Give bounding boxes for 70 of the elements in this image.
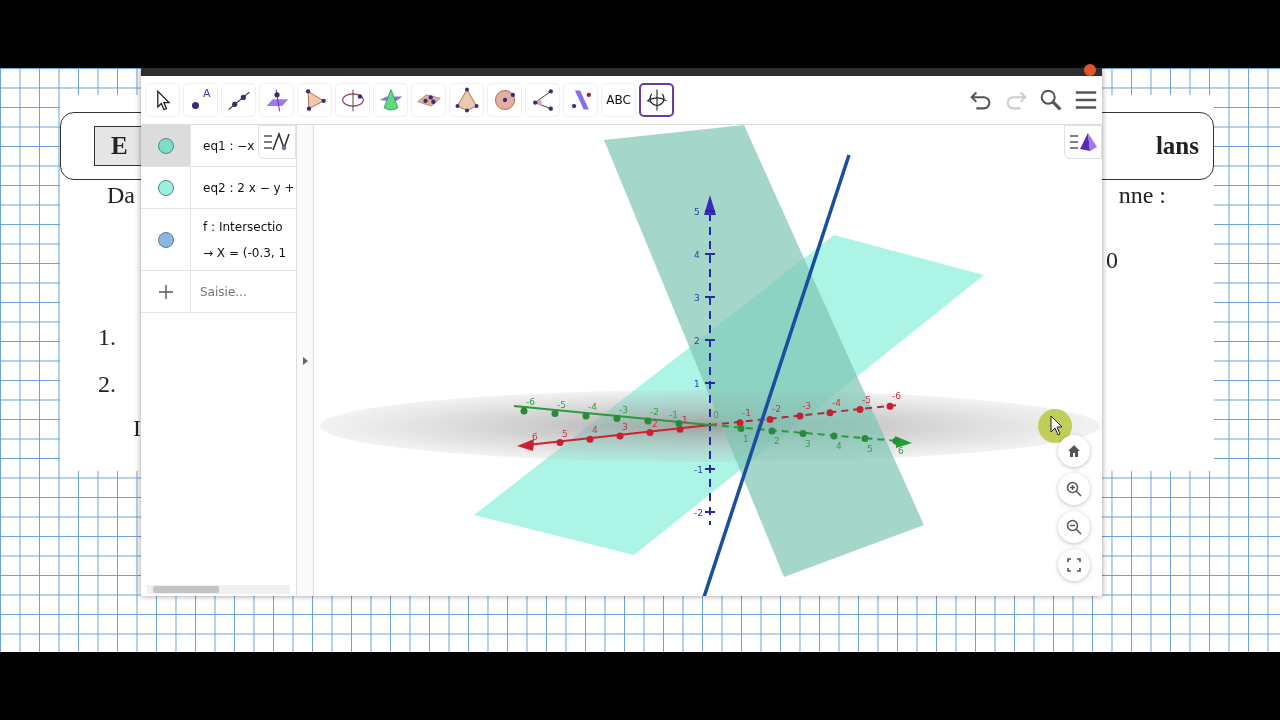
zoom-out-button[interactable] (1058, 511, 1090, 543)
algebra-expression: f : Intersectio (203, 219, 284, 234)
tick-label: 6 (898, 446, 904, 456)
style-bar-button[interactable] (1064, 125, 1102, 159)
style-bar-button[interactable] (258, 125, 296, 159)
visibility-dot[interactable] (157, 137, 174, 154)
tick-label: -5 (862, 394, 871, 405)
tick-label: -5 (557, 399, 566, 410)
tick-label: 5 (867, 443, 873, 454)
home-button[interactable] (1058, 435, 1090, 467)
visibility-dot[interactable] (157, 231, 174, 248)
cursor-icon (1037, 408, 1073, 444)
pyramid-lines-icon (1068, 131, 1098, 153)
text-fragment: 0 (1106, 247, 1118, 274)
visibility-dot[interactable] (157, 179, 174, 196)
tick-label: 1 (694, 379, 700, 389)
tool-button[interactable]: A (183, 83, 218, 117)
tick-label: 4 (836, 441, 842, 451)
collapse-arrow-icon[interactable] (302, 356, 308, 365)
tick-label: 0 (713, 410, 719, 420)
tick-label: -2 (650, 407, 659, 417)
tick-label: 6 (532, 431, 538, 442)
tick-label: 5 (694, 207, 700, 217)
tick-label: 4 (592, 425, 598, 436)
title-fragment: lans (1155, 132, 1199, 160)
tick-label: 2 (694, 336, 700, 346)
text-fragment: I (133, 415, 141, 442)
algebra-row[interactable]: eq2 : 2 x − y + (141, 167, 296, 209)
zoom-in-button[interactable] (1058, 473, 1090, 505)
tick-label: -1 (742, 407, 751, 418)
tick-label: 3 (622, 421, 628, 432)
tick-label: -3 (802, 401, 811, 412)
tick-label: 5 (562, 428, 568, 439)
zoom-in-icon (1066, 481, 1082, 497)
graph-lines-icon (262, 131, 292, 153)
pyramid-icon (453, 87, 480, 113)
tick-label: -2 (694, 508, 703, 518)
tick-label: 3 (694, 293, 700, 303)
home-icon (1067, 444, 1081, 458)
tick-label: -1 (669, 409, 678, 420)
tick-label: -2 (772, 404, 781, 415)
ellipse-axis-icon (339, 87, 366, 113)
zoom-out-icon (1066, 519, 1082, 535)
add-icon[interactable] (158, 284, 173, 299)
tick-label: 2 (774, 436, 780, 446)
algebra-expression: eq2 : 2 x − y + (203, 180, 295, 195)
algebra-expression: → X = (-0.3, 1 (203, 245, 287, 260)
tick-label: 2 (652, 418, 658, 429)
scrollbar[interactable] (147, 585, 290, 594)
tool-button[interactable] (639, 83, 674, 117)
tick-label: -4 (832, 397, 841, 408)
tick-label: -4 (588, 402, 597, 412)
text-fragment: nne : (1118, 182, 1166, 209)
tick-label: 4 (694, 250, 700, 260)
title-fragment: E (111, 132, 128, 160)
tick-label: -6 (526, 397, 535, 407)
fullscreen-button[interactable] (1058, 549, 1090, 581)
tool-button[interactable]: ABC (601, 83, 636, 117)
text-fragment: 2. (98, 371, 116, 398)
text-fragment: 1. (98, 324, 116, 351)
text-fragment: Da (107, 182, 135, 209)
algebra-row[interactable]: eq1 : −x (141, 125, 296, 167)
tick-label: 3 (805, 438, 811, 449)
tick-label: -1 (694, 465, 703, 475)
tick-label: -3 (619, 404, 628, 415)
fullscreen-icon (1067, 558, 1081, 572)
tick-label: 1 (682, 415, 688, 426)
tick-label: 1 (743, 433, 749, 444)
algebra-expression: eq1 : −x (203, 138, 255, 153)
tick-label: -6 (892, 391, 901, 402)
